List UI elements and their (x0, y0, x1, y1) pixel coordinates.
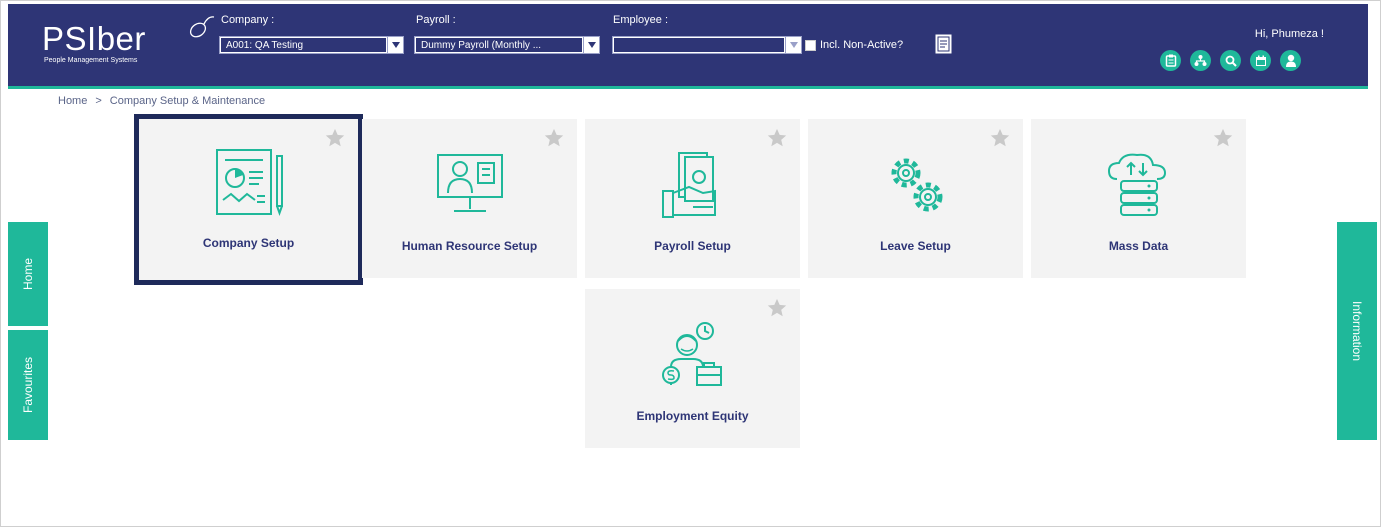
header-accent-line (8, 86, 1368, 89)
employee-select-value (613, 37, 785, 53)
logo-subtitle: People Management Systems (44, 57, 138, 64)
tile-company-setup[interactable]: Company Setup (134, 114, 363, 285)
employee-select[interactable] (612, 36, 802, 54)
side-tab-home[interactable]: Home (8, 222, 48, 326)
employee-equity-icon (661, 322, 722, 386)
payroll-select[interactable]: Dummy Payroll (Monthly ... (414, 36, 600, 54)
chevron-down-icon[interactable] (583, 37, 599, 53)
logo-text: PSIber (42, 20, 146, 57)
breadcrumb: Home > Company Setup & Maintenance (58, 95, 265, 107)
tile-label: Mass Data (1108, 239, 1169, 253)
payroll-label: Payroll : (416, 14, 456, 26)
breadcrumb-separator: > (95, 95, 102, 107)
tile-label: Company Setup (202, 236, 295, 250)
money-hand-icon (661, 152, 716, 218)
user-greeting: Hi, Phumeza ! (1254, 28, 1324, 40)
tile-mass-data[interactable]: Mass Data (1031, 119, 1246, 278)
user-icon[interactable] (1280, 50, 1301, 71)
psiber-logo[interactable]: PSIber People Management Systems (42, 16, 215, 64)
search-icon[interactable] (1220, 50, 1241, 71)
mouse-icon (189, 16, 215, 38)
tile-label: Employment Equity (636, 409, 749, 423)
tile-employment-equity[interactable]: Employment Equity (585, 289, 800, 448)
org-chart-icon[interactable] (1190, 50, 1211, 71)
star-icon[interactable] (766, 297, 788, 319)
header-bar: PSIber People Management Systems Company… (8, 4, 1368, 86)
gears-icon (891, 158, 942, 212)
clipboard-icon[interactable] (1160, 50, 1181, 71)
report-icon (215, 149, 283, 216)
report-icon[interactable] (935, 34, 952, 54)
side-tab-favourites-label: Favourites (21, 356, 35, 414)
star-icon[interactable] (766, 127, 788, 149)
include-nonactive-checkbox[interactable] (805, 40, 816, 51)
tile-label: Leave Setup (880, 239, 951, 253)
star-icon[interactable] (324, 127, 346, 149)
tile-payroll-setup[interactable]: Payroll Setup (585, 119, 800, 278)
company-select-value: A001: QA Testing (220, 37, 387, 53)
header-icon-group (1160, 50, 1301, 71)
cloud-server-icon (1107, 153, 1166, 216)
tile-human-resource-setup[interactable]: Human Resource Setup (362, 119, 577, 278)
side-tab-information-label: Information (1350, 300, 1364, 362)
include-nonactive-label: Incl. Non-Active? (820, 39, 904, 51)
employee-label: Employee : (613, 14, 669, 26)
tile-leave-setup[interactable]: Leave Setup (808, 119, 1023, 278)
chevron-down-icon[interactable] (387, 37, 403, 53)
side-tab-home-label: Home (21, 257, 35, 291)
monitor-profile-icon (436, 154, 503, 212)
breadcrumb-current: Company Setup & Maintenance (109, 95, 266, 107)
tile-label: Payroll Setup (654, 239, 731, 253)
company-label: Company : (221, 14, 275, 26)
chevron-down-icon[interactable] (785, 37, 801, 53)
company-select[interactable]: A001: QA Testing (219, 36, 404, 54)
side-tab-favourites[interactable]: Favourites (8, 330, 48, 440)
star-icon[interactable] (1212, 127, 1234, 149)
star-icon[interactable] (543, 127, 565, 149)
breadcrumb-home-link[interactable]: Home (58, 95, 87, 107)
tile-label: Human Resource Setup (401, 239, 538, 253)
calendar-icon[interactable] (1250, 50, 1271, 71)
side-tab-information[interactable]: Information (1337, 222, 1377, 440)
payroll-select-value: Dummy Payroll (Monthly ... (415, 37, 583, 53)
star-icon[interactable] (989, 127, 1011, 149)
